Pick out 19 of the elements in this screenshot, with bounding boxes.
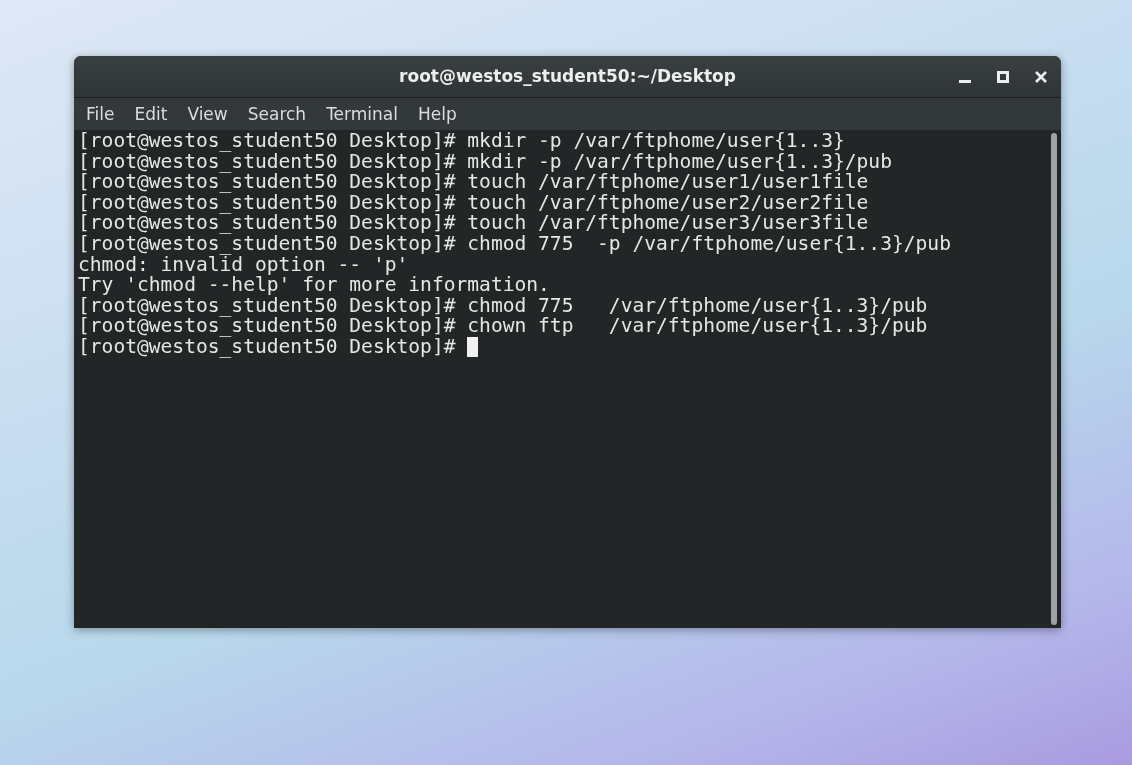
menu-item[interactable]: Search	[237, 99, 317, 129]
menu-item[interactable]: Help	[407, 99, 467, 129]
terminal-line: chmod: invalid option -- 'p'	[78, 254, 409, 276]
maximize-icon[interactable]	[997, 70, 1009, 83]
menu-item[interactable]: Terminal	[316, 99, 408, 129]
menu-item[interactable]: File	[76, 99, 125, 129]
menu-item[interactable]: View	[177, 99, 238, 129]
scrollbar-thumb[interactable]	[1051, 133, 1057, 625]
terminal-line: [root@westos_student50 Desktop]# touch /var/ftphome/user1/user1file	[78, 172, 869, 193]
terminal-line: [root@westos_student50 Desktop]# chown ftp /var/ftphome/user{1..3}/pub	[78, 316, 928, 337]
terminal-line: [root@westos_student50 Desktop]# mkdir -p /var/ftphome/user{1..3}/pub	[78, 151, 892, 173]
terminal-line: [root@westos_student50 Desktop]# touch /var/ftphome/user2/user2file	[78, 192, 869, 214]
close-icon[interactable]	[1035, 70, 1047, 83]
terminal-line: [root@westos_student50 Desktop]# mkdir -p /var/ftphome/user{1..3}	[78, 131, 845, 152]
terminal-line: [root@westos_student50 Desktop]# chmod 775 /var/ftphome/user{1..3}/pub	[78, 295, 928, 317]
terminal-line: [root@westos_student50 Desktop]# touch /var/ftphome/user3/user3file	[78, 213, 869, 234]
menu-item[interactable]: Edit	[124, 99, 178, 129]
terminal-line: Try 'chmod --help' for more information.	[78, 275, 550, 296]
window-title: root@westos_student50:~/Desktop	[399, 64, 736, 88]
